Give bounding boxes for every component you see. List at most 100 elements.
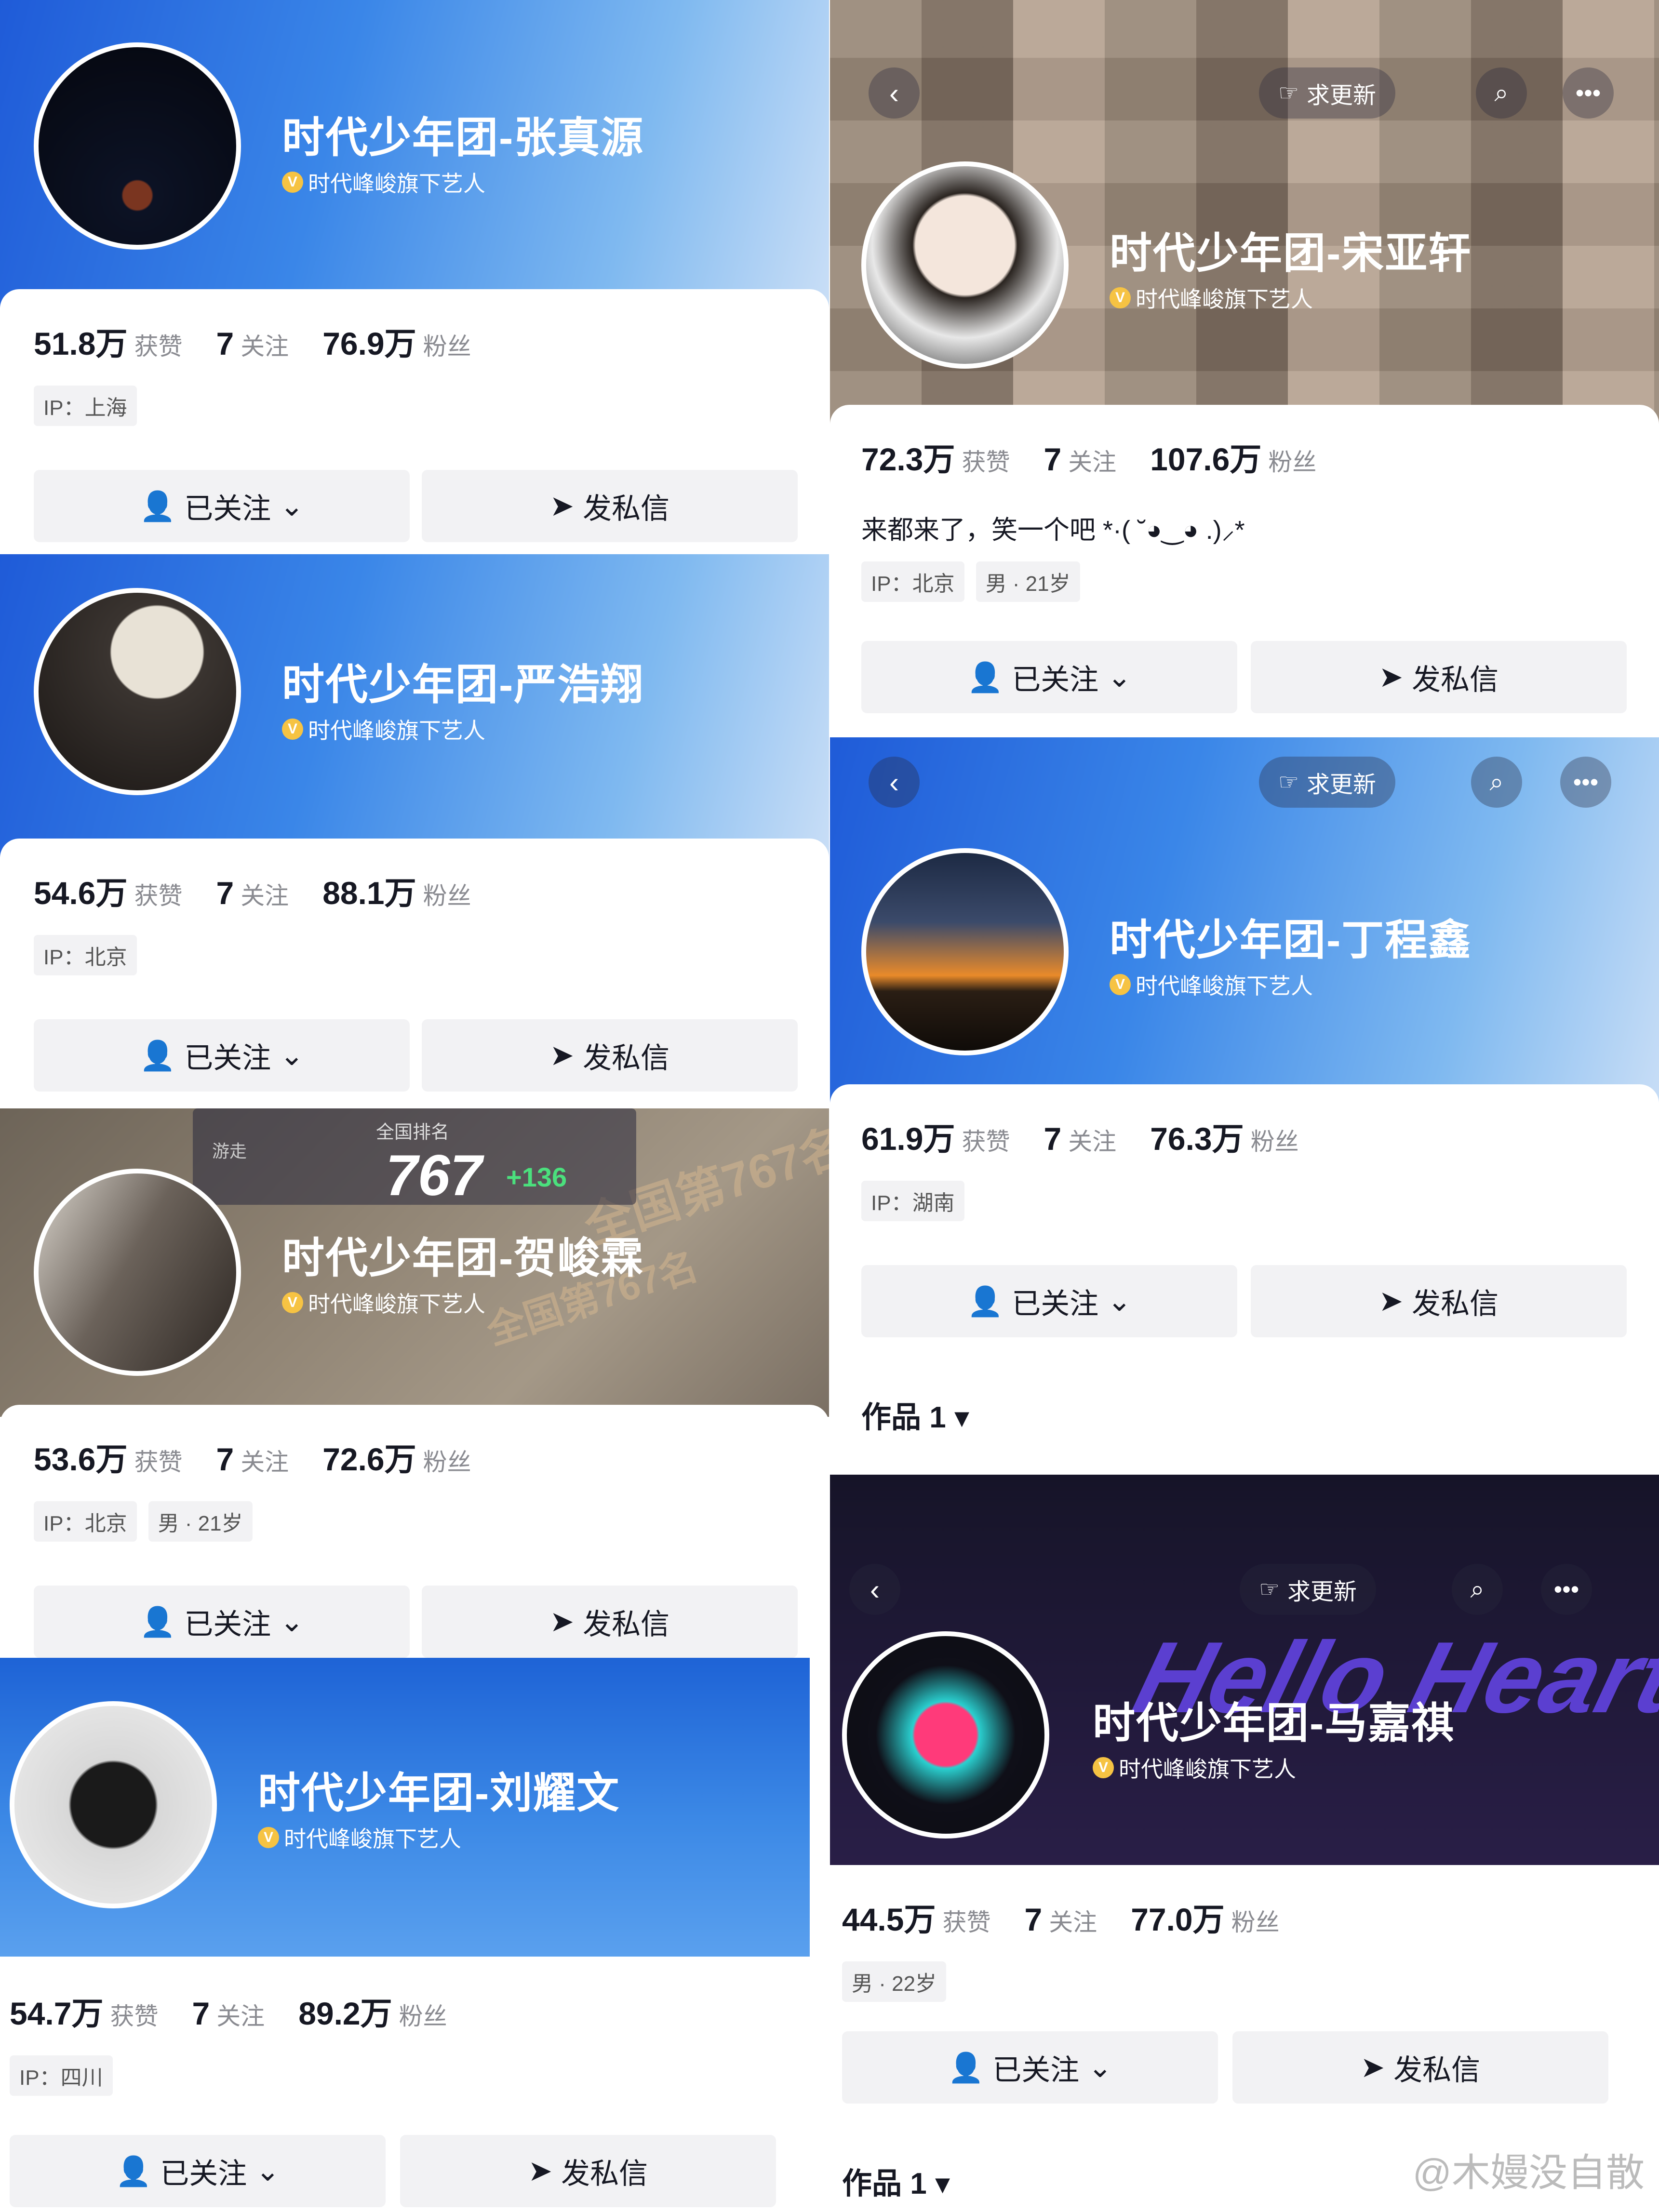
back-button[interactable]: ‹: [869, 757, 920, 808]
more-button[interactable]: •••: [1560, 757, 1611, 808]
following-stat[interactable]: 7 关注: [1044, 1120, 1116, 1157]
avatar[interactable]: [34, 42, 241, 250]
likes-stat[interactable]: 54.6万 获赞: [34, 867, 182, 914]
following-count: 7: [192, 1996, 210, 2031]
follow-button[interactable]: 👤 已关注 ⌄: [842, 2031, 1218, 2104]
message-label: 发私信: [561, 2157, 648, 2190]
following-stat[interactable]: 7 关注: [1024, 1901, 1097, 1938]
ip-tag: IP：四川: [10, 2055, 113, 2096]
update-label: 求更新: [1307, 772, 1377, 798]
works-label: 作品 1: [861, 1401, 946, 1434]
works-tab[interactable]: 作品 1 ▾: [861, 1393, 969, 1436]
following-stat[interactable]: 7 关注: [1044, 441, 1116, 478]
fans-stat[interactable]: 88.1万 粉丝: [322, 867, 471, 914]
follow-button[interactable]: 👤 已关注 ⌄: [34, 1586, 410, 1658]
message-button[interactable]: ➤ 发私信: [422, 1586, 798, 1658]
likes-stat[interactable]: 51.8万 获赞: [34, 318, 182, 364]
profile-card: 54.6万 获赞 7 关注 88.1万 粉丝 IP：北京 👤 已关注 ⌄ ➤ 发私信: [0, 839, 829, 1108]
fans-stat[interactable]: 76.3万 粉丝: [1150, 1113, 1298, 1159]
more-button[interactable]: •••: [1563, 67, 1614, 119]
fans-stat[interactable]: 107.6万 粉丝: [1150, 434, 1316, 480]
message-button[interactable]: ➤ 发私信: [1251, 1265, 1627, 1337]
chevron-down-icon: ⌄: [1107, 1285, 1132, 1317]
send-icon: ➤: [1378, 1285, 1404, 1317]
update-request-button[interactable]: ☞ 求更新: [1259, 757, 1396, 808]
update-request-button[interactable]: ☞ 求更新: [1259, 67, 1396, 119]
follow-button[interactable]: 👤 已关注 ⌄: [10, 2135, 386, 2207]
tag-row: IP：湖南: [861, 1181, 964, 1221]
likes-stat[interactable]: 54.7万 获赞: [10, 1988, 158, 2034]
avatar[interactable]: [34, 588, 241, 795]
fans-stat[interactable]: 76.9万 粉丝: [322, 318, 471, 364]
tag-row: IP：四川: [10, 2055, 113, 2096]
verified-text: 时代峰峻旗下艺人: [308, 1292, 485, 1317]
update-label: 求更新: [1307, 83, 1377, 108]
follow-button[interactable]: 👤 已关注 ⌄: [861, 641, 1237, 713]
message-button[interactable]: ➤ 发私信: [1232, 2031, 1608, 2104]
following-count: 7: [1024, 1902, 1043, 1937]
send-icon: ➤: [1360, 2051, 1385, 2083]
follow-label: 已关注: [992, 2053, 1080, 2086]
message-button[interactable]: ➤ 发私信: [1251, 641, 1627, 713]
follow-label: 已关注: [184, 1041, 271, 1074]
profile-panel-zhang: 时代少年团-张真源 V 时代峰峻旗下艺人 51.8万 获赞 7 关注 76.9万 粉丝…: [0, 0, 829, 554]
update-request-button[interactable]: ☞ 求更新: [1240, 1564, 1377, 1615]
message-button[interactable]: ➤ 发私信: [422, 1019, 798, 1092]
avatar[interactable]: [861, 161, 1069, 369]
avatar[interactable]: [842, 1631, 1049, 1839]
search-button[interactable]: ⌕: [1452, 1564, 1503, 1615]
following-stat[interactable]: 7 关注: [216, 875, 289, 911]
follow-button[interactable]: 👤 已关注 ⌄: [34, 1019, 410, 1092]
verified-icon: V: [1110, 974, 1131, 995]
likes-stat[interactable]: 44.5万 获赞: [842, 1894, 990, 1940]
stats-row: 61.9万 获赞 7 关注 76.3万 粉丝: [861, 1113, 1299, 1159]
back-button[interactable]: ‹: [869, 67, 920, 119]
ip-tag: IP：北京: [861, 561, 964, 602]
following-stat[interactable]: 7 关注: [192, 1995, 265, 2032]
avatar[interactable]: [10, 1701, 217, 1908]
user-check-icon: 👤: [139, 1605, 176, 1638]
avatar[interactable]: [34, 1169, 241, 1376]
search-button[interactable]: ⌕: [1471, 757, 1522, 808]
likes-stat[interactable]: 72.3万 获赞: [861, 434, 1010, 480]
following-stat[interactable]: 7 关注: [216, 325, 289, 362]
likes-label: 获赞: [962, 449, 1010, 476]
fans-stat[interactable]: 77.0万 粉丝: [1131, 1894, 1279, 1940]
following-count: 7: [216, 1441, 234, 1477]
profile-name: 时代少年团-马嘉祺: [1093, 1699, 1455, 1747]
send-icon: ➤: [549, 1605, 575, 1638]
back-button[interactable]: ‹: [849, 1564, 900, 1615]
search-button[interactable]: ⌕: [1476, 67, 1527, 119]
fans-stat[interactable]: 72.6万 粉丝: [322, 1434, 471, 1480]
likes-count: 72.3万: [861, 441, 955, 477]
likes-stat[interactable]: 61.9万 获赞: [861, 1113, 1010, 1159]
message-label: 发私信: [1412, 1287, 1499, 1320]
more-button[interactable]: •••: [1541, 1564, 1592, 1615]
verified-label: V 时代峰峻旗下艺人: [1110, 282, 1313, 314]
follow-button[interactable]: 👤 已关注 ⌄: [861, 1265, 1237, 1337]
profile-panel-ding: ‹ ☞ 求更新 ⌕ ••• 时代少年团-丁程鑫 V 时代峰峻旗下艺人 61.9万获…: [830, 737, 1659, 1475]
message-button[interactable]: ➤ 发私信: [422, 470, 798, 542]
likes-label: 获赞: [942, 1909, 991, 1936]
rank-box: 游走 全国排名 767 +136: [193, 1108, 636, 1208]
user-check-icon: 👤: [948, 2051, 984, 2084]
send-icon: ➤: [1378, 661, 1404, 693]
avatar[interactable]: [861, 848, 1069, 1055]
fans-count: 72.6万: [322, 1441, 416, 1477]
message-button[interactable]: ➤ 发私信: [400, 2135, 776, 2207]
fans-stat[interactable]: 89.2万 粉丝: [298, 1988, 447, 2034]
follow-button[interactable]: 👤 已关注 ⌄: [34, 470, 410, 542]
following-label: 关注: [1068, 1128, 1117, 1155]
following-stat[interactable]: 7 关注: [216, 1441, 289, 1478]
profile-name: 时代少年团-贺峻霖: [282, 1234, 644, 1282]
chevron-left-icon: ‹: [870, 1573, 880, 1606]
works-tab[interactable]: 作品 1 ▾: [842, 2159, 950, 2202]
more-icon: •••: [1573, 769, 1599, 796]
following-count: 7: [216, 875, 234, 911]
follow-label: 已关注: [184, 492, 271, 525]
following-label: 关注: [241, 1449, 289, 1476]
verified-icon: V: [1110, 287, 1131, 308]
likes-stat[interactable]: 53.6万 获赞: [34, 1434, 182, 1480]
tag-row: IP：北京 男 · 21岁: [34, 1501, 253, 1542]
hand-point-icon: ☞: [1278, 80, 1299, 106]
